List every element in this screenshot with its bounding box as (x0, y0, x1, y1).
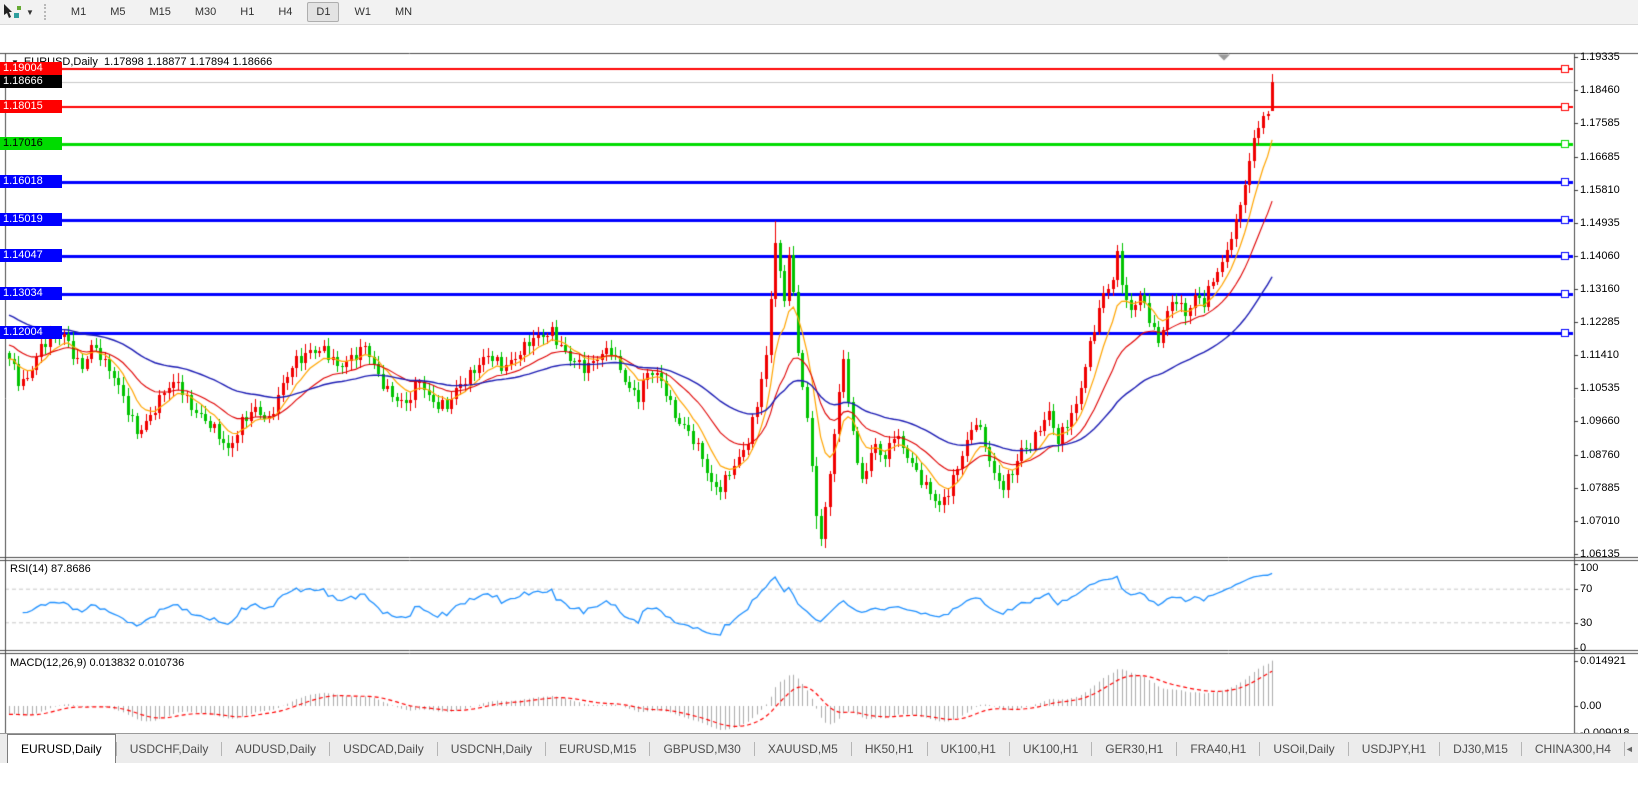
top-toolbar: ▼ M1 M5 M15 M30 H1 H4 D1 W1 MN (0, 0, 1638, 25)
chart-tab-uk100-h1[interactable]: UK100,H1 (1010, 734, 1091, 763)
timeframe-button-mn[interactable]: MN (386, 2, 421, 22)
chart-tab-eurusd-m15[interactable]: EURUSD,M15 (546, 734, 649, 763)
timeframe-button-m30[interactable]: M30 (186, 2, 225, 22)
chart-tab-gbpusd-m30[interactable]: GBPUSD,M30 (650, 734, 753, 763)
timeframe-button-h4[interactable]: H4 (269, 2, 301, 22)
chart-window: ▼EURUSD,Daily 1.17898 1.18877 1.17894 1.… (0, 26, 1638, 733)
chart-tab-ger30-h1[interactable]: GER30,H1 (1092, 734, 1176, 763)
chart-tabbar: EURUSD,DailyUSDCHF,DailyAUDUSD,DailyUSDC… (0, 733, 1638, 763)
tabs-scroll-left-icon[interactable]: ◄ (1625, 744, 1634, 754)
tabbar-nav: ◄ ► (1625, 734, 1638, 763)
chart-tab-china300-h4[interactable]: CHINA300,H4 (1522, 734, 1624, 763)
timeframe-button-group: M1 M5 M15 M30 H1 H4 D1 W1 MN (59, 2, 424, 22)
chart-tab-usdcnh-daily[interactable]: USDCNH,Daily (438, 734, 545, 763)
timeframe-button-m5[interactable]: M5 (101, 2, 134, 22)
chart-tab-usdchf-daily[interactable]: USDCHF,Daily (117, 734, 222, 763)
timeframe-button-d1[interactable]: D1 (307, 2, 339, 22)
timeframe-button-w1[interactable]: W1 (345, 2, 380, 22)
chart-tab-dj30-m15[interactable]: DJ30,M15 (1440, 734, 1521, 763)
chart-tab-usoil-daily[interactable]: USOil,Daily (1260, 734, 1347, 763)
chart-tab-fra40-h1[interactable]: FRA40,H1 (1177, 734, 1259, 763)
timeframe-button-m1[interactable]: M1 (62, 2, 95, 22)
timeframe-button-m15[interactable]: M15 (140, 2, 179, 22)
chart-tab-eurusd-daily[interactable]: EURUSD,Daily (7, 734, 116, 763)
chart-tab-hk50-h1[interactable]: HK50,H1 (852, 734, 927, 763)
toolbar-grip (44, 4, 51, 20)
price-chart-canvas[interactable] (0, 26, 1638, 789)
cursor-tool-icon[interactable] (2, 3, 24, 21)
chart-tab-usdjpy-h1[interactable]: USDJPY,H1 (1349, 734, 1439, 763)
chart-tab-audusd-daily[interactable]: AUDUSD,Daily (222, 734, 329, 763)
chart-tabs: EURUSD,DailyUSDCHF,DailyAUDUSD,DailyUSDC… (0, 734, 1625, 763)
timeframe-button-h1[interactable]: H1 (231, 2, 263, 22)
chart-tab-usdcad-daily[interactable]: USDCAD,Daily (330, 734, 437, 763)
chart-tab-uk100-h1[interactable]: UK100,H1 (928, 734, 1009, 763)
chart-tab-xauusd-m5[interactable]: XAUUSD,M5 (755, 734, 851, 763)
cursor-tool-dropdown-icon[interactable]: ▼ (26, 8, 34, 17)
